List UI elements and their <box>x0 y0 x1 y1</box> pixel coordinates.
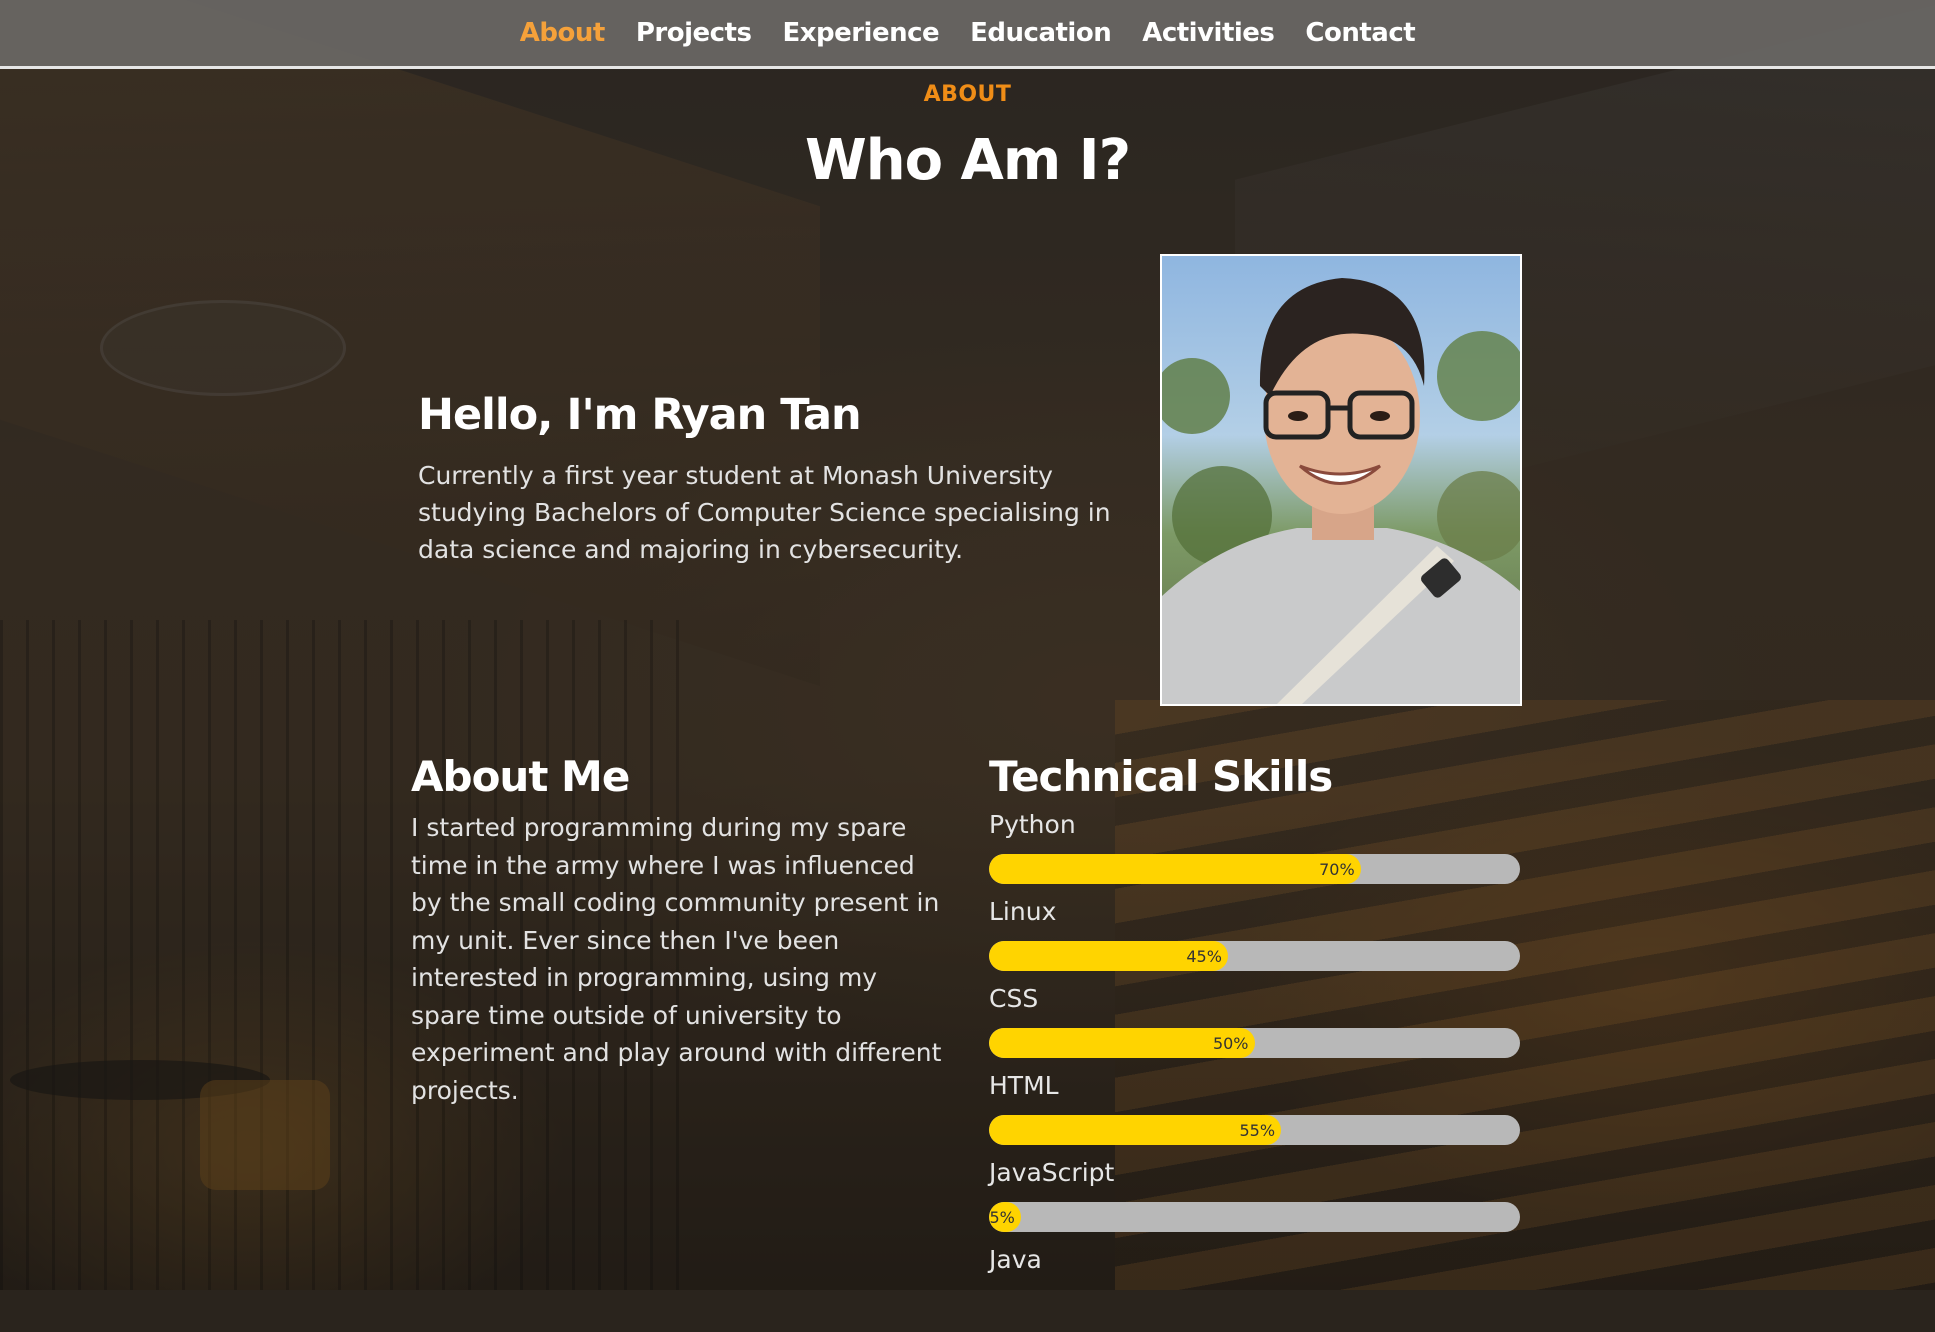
skill-bar: 55% <box>989 1115 1520 1145</box>
top-navbar: About Projects Experience Education Acti… <box>0 0 1935 69</box>
section-title: Who Am I? <box>804 128 1131 193</box>
skill-percent: 55% <box>1239 1120 1276 1140</box>
section-eyebrow: ABOUT <box>923 82 1012 107</box>
skill-name: Python <box>989 810 1076 839</box>
skill-bar-fill: 50% <box>989 1028 1255 1058</box>
skill-percent: 5% <box>989 1207 1015 1227</box>
skill-bar: 50% <box>989 1028 1520 1058</box>
skill-bar-fill: 45% <box>989 941 1228 971</box>
nav-link-education[interactable]: Education <box>970 18 1112 48</box>
nav-link-projects[interactable]: Projects <box>636 18 752 48</box>
skill-bar: 70% <box>989 854 1520 884</box>
intro-greeting: Hello, I'm Ryan Tan <box>418 390 862 440</box>
skill-javascript: JavaScript 5% <box>989 1158 1520 1245</box>
technical-skills-heading: Technical Skills <box>989 752 1333 801</box>
skill-bar-fill: 70% <box>989 854 1361 884</box>
nav-link-activities[interactable]: Activities <box>1142 18 1275 48</box>
nav-link-experience[interactable]: Experience <box>782 18 939 48</box>
skill-java: Java <box>989 1245 1520 1332</box>
skill-name: Java <box>989 1245 1042 1274</box>
background-photo <box>0 0 1935 1290</box>
skill-linux: Linux 45% <box>989 897 1520 984</box>
skill-name: JavaScript <box>989 1158 1115 1187</box>
skill-name: Linux <box>989 897 1057 926</box>
skill-python: Python 70% <box>989 810 1520 897</box>
skills-list: Python 70% Linux 45% CSS 50% HTML 55% Ja… <box>989 810 1520 1332</box>
skill-name: CSS <box>989 984 1039 1013</box>
skill-name: HTML <box>989 1071 1059 1100</box>
profile-photo <box>1160 254 1522 706</box>
skill-bar: 5% <box>989 1202 1520 1232</box>
skill-bar-fill: 5% <box>989 1202 1021 1232</box>
nav-link-about[interactable]: About <box>520 18 606 48</box>
about-me-text: I started programming during my spare ti… <box>411 813 942 1105</box>
skill-percent: 50% <box>1212 1033 1249 1053</box>
intro-text: Currently a first year student at Monash… <box>418 461 1111 564</box>
skill-percent: 45% <box>1186 946 1222 966</box>
nav-link-contact[interactable]: Contact <box>1305 18 1415 48</box>
about-me-heading: About Me <box>411 752 630 801</box>
skill-bar-fill: 55% <box>989 1115 1282 1145</box>
skill-bar: 45% <box>989 941 1520 971</box>
skill-html: HTML 55% <box>989 1071 1520 1158</box>
skill-css: CSS 50% <box>989 984 1520 1071</box>
skill-percent: 70% <box>1319 859 1355 879</box>
